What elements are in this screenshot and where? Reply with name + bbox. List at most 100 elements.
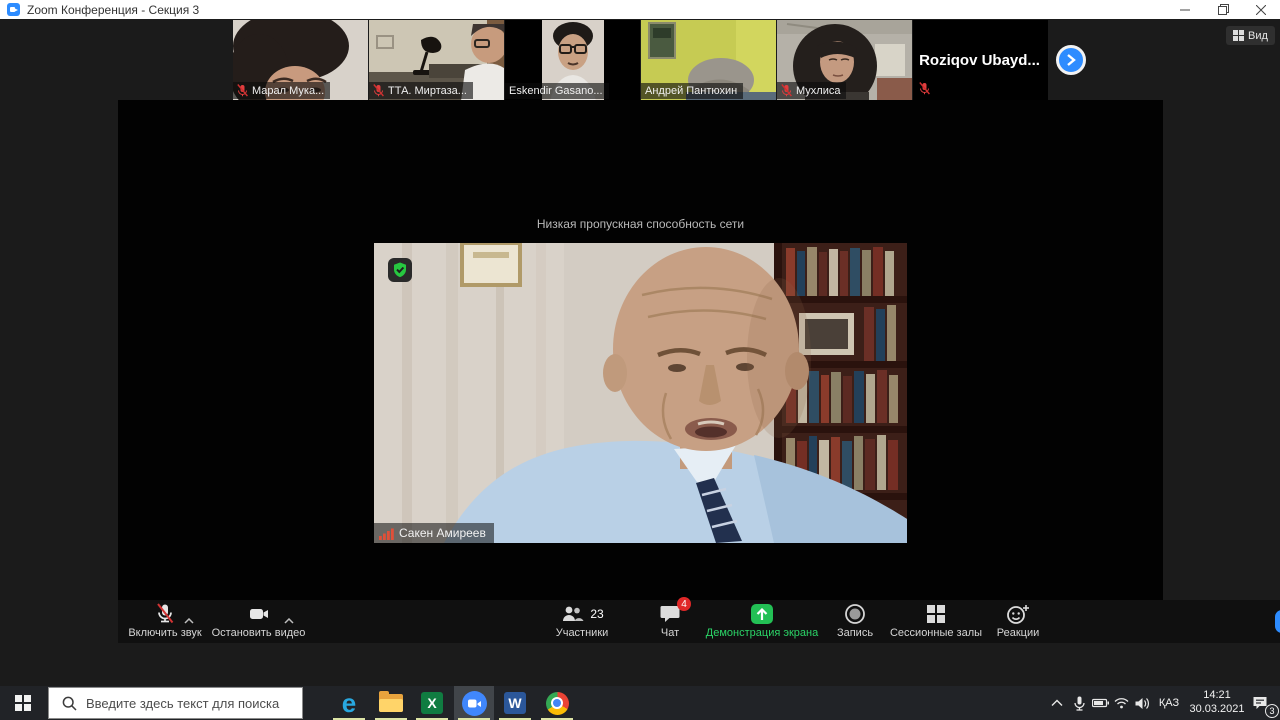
meeting-content: Вид Марал Мука... [0, 19, 1280, 686]
record-button[interactable]: Запись [830, 603, 880, 639]
participant-name: Марал Мука... [252, 85, 324, 97]
participant-thumbnail[interactable]: ТТА. Миртаза... [369, 20, 504, 101]
active-speaker-video[interactable]: Сакен Амиреев [374, 243, 907, 543]
main-stage: Низкая пропускная способность сети [118, 100, 1163, 643]
tray-microphone[interactable] [1070, 686, 1088, 720]
chat-button[interactable]: 4 Чат [646, 603, 694, 639]
breakout-rooms-label: Сессионные залы [890, 627, 982, 639]
participant-name-tag: ТТА. Миртаза... [369, 82, 473, 99]
speaker-icon [1135, 697, 1150, 710]
participants-button[interactable]: 23 Участники [546, 603, 618, 639]
speaker-name-tag: Сакен Амиреев [374, 523, 494, 543]
taskbar-item-edge[interactable]: e [329, 686, 369, 720]
encryption-shield-icon [388, 258, 412, 287]
poor-connection-icon [379, 527, 394, 540]
notification-count-badge: 3 [1265, 704, 1279, 718]
participant-name: Андрей Пантюхин [645, 85, 737, 97]
participant-name: ТТА. Миртаза... [388, 85, 467, 97]
share-screen-label: Демонстрация экрана [706, 627, 818, 639]
video-camera-icon [247, 602, 271, 626]
taskbar-search[interactable] [48, 687, 303, 719]
speaker-name: Сакен Амиреев [399, 526, 486, 540]
next-participants-button[interactable] [1056, 45, 1086, 75]
view-button-label: Вид [1248, 30, 1268, 42]
speaker-video-frame [374, 243, 907, 543]
start-button[interactable] [0, 686, 46, 720]
excel-icon: X [421, 692, 443, 714]
taskbar-clock[interactable]: 14:21 30.03.2021 [1186, 686, 1248, 720]
word-icon: W [504, 692, 526, 714]
chevron-up-icon [1051, 699, 1063, 707]
edge-icon: e [342, 690, 356, 716]
participants-count: 23 [590, 607, 603, 621]
muted-mic-icon [373, 84, 384, 97]
participant-thumbnail[interactable]: Андрей Пантюхин [641, 20, 776, 101]
language-indicator[interactable]: ҚАЗ [1154, 686, 1184, 720]
record-label: Запись [837, 627, 873, 639]
taskbar-item-excel[interactable]: X [412, 686, 452, 720]
breakout-rooms-button[interactable]: Сессионные залы [890, 603, 982, 639]
restore-button[interactable] [1204, 0, 1242, 19]
muted-mic-icon [781, 84, 792, 97]
participant-name: Eskendir Gasano... [509, 85, 603, 97]
record-icon [844, 603, 866, 625]
minimize-button[interactable] [1166, 0, 1204, 19]
video-options-caret[interactable] [284, 611, 294, 629]
tray-battery[interactable] [1090, 686, 1110, 720]
windows-logo-icon [15, 695, 31, 711]
bandwidth-warning: Низкая пропускная способность сети [118, 217, 1163, 231]
zoom-app-icon [7, 3, 20, 16]
participant-thumbnail[interactable]: Roziqov Ubayd... [913, 20, 1048, 101]
clock-date: 30.03.2021 [1189, 703, 1244, 717]
leave-meeting-button[interactable]: Выйти из зала [1275, 610, 1280, 633]
tray-hidden-icons-button[interactable] [1048, 686, 1066, 720]
reactions-label: Реакции [997, 627, 1040, 639]
participant-name-tag: Мухлиса [777, 82, 846, 99]
view-button[interactable]: Вид [1226, 26, 1275, 45]
participant-thumbnail[interactable]: Марал Мука... [233, 20, 368, 101]
participant-name: Мухлиса [796, 85, 840, 97]
participant-thumbnail[interactable]: Мухлиса [777, 20, 912, 101]
audio-options-caret[interactable] [184, 611, 194, 629]
reactions-icon [1006, 603, 1030, 625]
share-screen-button[interactable]: Демонстрация экрана [706, 603, 818, 639]
reactions-button[interactable]: Реакции [992, 603, 1044, 639]
file-explorer-icon [379, 694, 403, 712]
taskbar-item-explorer[interactable] [371, 686, 411, 720]
search-input[interactable] [86, 696, 302, 711]
close-icon[interactable] [1242, 0, 1280, 19]
battery-icon [1092, 698, 1109, 708]
clock-time: 14:21 [1189, 689, 1244, 703]
taskbar-item-chrome[interactable] [537, 686, 577, 720]
wifi-icon [1114, 697, 1129, 709]
meeting-toolbar: Включить звук Остановить видео [118, 600, 1280, 643]
taskbar-item-zoom[interactable] [454, 686, 494, 720]
tray-wifi[interactable] [1112, 686, 1130, 720]
muted-mic-icon [153, 602, 177, 626]
participants-label: Участники [556, 627, 609, 639]
zoom-app-window: Zoom Конференция - Секция 3 Вид [0, 0, 1280, 720]
microphone-icon [1074, 696, 1085, 711]
participant-name-tag: Roziqov Ubayd... [913, 20, 1048, 101]
title-bar: Zoom Конференция - Секция 3 [0, 0, 1280, 19]
chrome-icon [546, 692, 569, 715]
window-controls [1166, 0, 1280, 19]
search-icon [62, 696, 77, 711]
action-center-button[interactable]: 3 [1248, 686, 1272, 720]
breakout-rooms-icon [926, 604, 946, 624]
participant-thumbnail[interactable]: Eskendir Gasano... [505, 20, 640, 101]
participant-name-tag: Андрей Пантюхин [641, 83, 743, 99]
participant-name: Roziqov Ubayd... [919, 52, 1040, 69]
participants-icon [560, 603, 584, 625]
window-title: Zoom Конференция - Секция 3 [27, 3, 199, 17]
grid-view-icon [1233, 30, 1244, 41]
windows-taskbar: e X W [0, 686, 1280, 720]
participant-name-tag: Марал Мука... [233, 82, 330, 99]
muted-mic-icon [919, 82, 930, 95]
chevron-right-icon [1066, 53, 1076, 67]
taskbar-item-word[interactable]: W [495, 686, 535, 720]
zoom-icon [462, 691, 487, 716]
chat-label: Чат [661, 627, 679, 639]
tray-volume[interactable] [1132, 686, 1152, 720]
chat-unread-badge: 4 [677, 597, 691, 611]
